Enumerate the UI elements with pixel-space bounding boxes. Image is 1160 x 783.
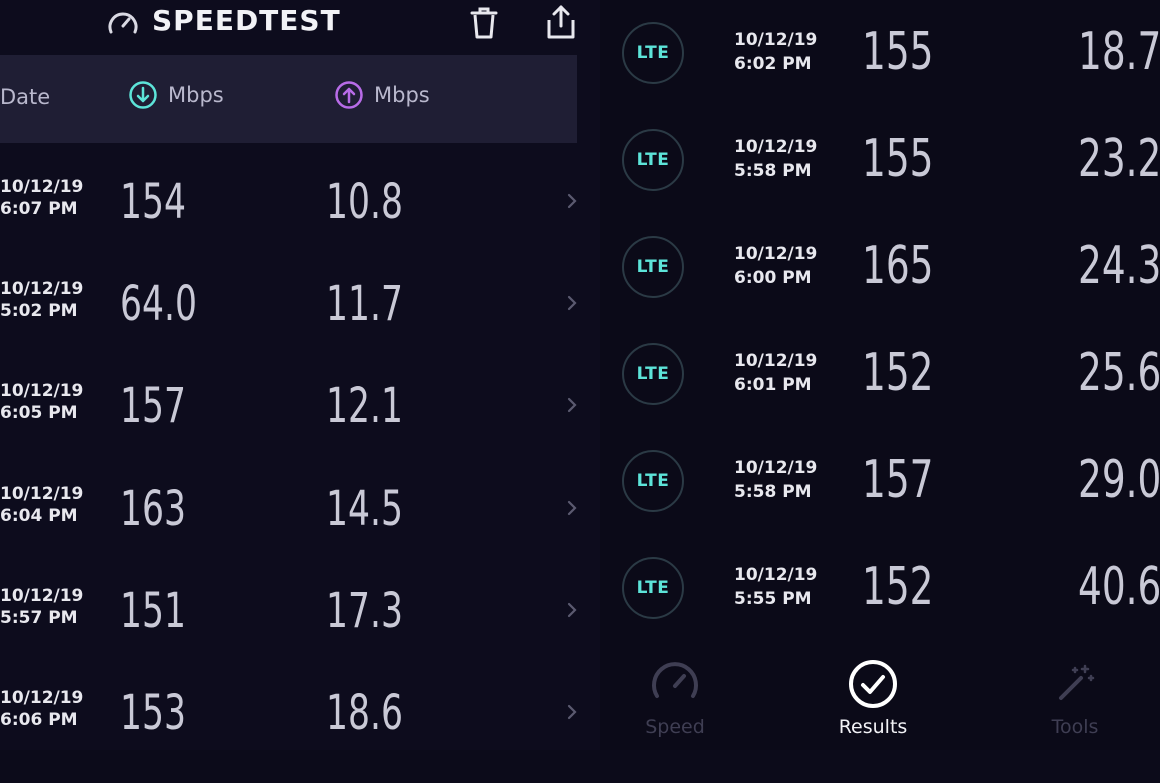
result-row[interactable]: LTE 10/12/19 5:58 PM 155 23.2 (600, 107, 1160, 214)
download-value: 163 (120, 481, 186, 537)
download-value: 165 (862, 236, 934, 296)
upload-value: 18.6 (326, 685, 403, 741)
chevron-right-icon (567, 500, 577, 516)
tab-tools[interactable]: Tools (1000, 650, 1150, 750)
upload-value: 10.8 (326, 174, 403, 230)
result-date: 10/12/19 6:02 PM (734, 30, 818, 74)
history-row[interactable]: 10/12/19 5:02 PM 64.0 11.7 (0, 274, 600, 374)
result-date: 10/12/19 5:58 PM (734, 137, 818, 181)
result-date: 10/12/19 5:58 PM (734, 458, 818, 502)
result-row[interactable]: LTE 10/12/19 5:58 PM 157 29.0 (600, 428, 1160, 535)
share-icon[interactable] (544, 4, 578, 40)
history-date: 10/12/19 6:04 PM (0, 484, 84, 526)
download-value: 154 (120, 174, 186, 230)
lte-badge: LTE (622, 129, 684, 191)
chevron-right-icon (567, 295, 577, 311)
chevron-right-icon (567, 397, 577, 413)
upload-value: 24.3 (1078, 236, 1160, 296)
history-row[interactable]: 10/12/19 5:57 PM 151 17.3 (0, 581, 600, 681)
bottom-tab-bar: Speed Results Tools (600, 650, 1160, 750)
tab-speed-label: Speed (645, 716, 705, 738)
lte-badge: LTE (622, 236, 684, 298)
chevron-right-icon (567, 193, 577, 209)
result-row[interactable]: LTE 10/12/19 5:55 PM 152 40.6 (600, 535, 1160, 642)
result-row[interactable]: LTE 10/12/19 6:01 PM 152 25.6 (600, 321, 1160, 428)
upload-unit-label: Mbps (374, 83, 430, 107)
lte-badge: LTE (622, 22, 684, 84)
history-row[interactable]: 10/12/19 6:06 PM 153 18.6 (0, 683, 600, 783)
download-value: 64.0 (120, 276, 197, 332)
upload-value: 23.2 (1078, 129, 1160, 189)
tab-tools-label: Tools (1051, 716, 1099, 738)
result-row[interactable]: LTE 10/12/19 6:00 PM 165 24.3 (600, 214, 1160, 321)
upload-value: 14.5 (326, 481, 403, 537)
result-date: 10/12/19 6:00 PM (734, 244, 818, 288)
speedometer-icon (652, 662, 698, 698)
download-column-header[interactable]: Mbps (128, 80, 224, 110)
upload-value: 18.7 (1078, 22, 1160, 82)
upload-column-header[interactable]: Mbps (334, 80, 430, 110)
date-column-header[interactable]: Date (0, 85, 50, 109)
result-date: 10/12/19 6:01 PM (734, 351, 818, 395)
tab-speed[interactable]: Speed (600, 650, 750, 750)
download-value: 152 (862, 557, 934, 617)
history-date: 10/12/19 5:02 PM (0, 279, 84, 321)
history-date: 10/12/19 5:57 PM (0, 586, 84, 628)
upload-value: 25.6 (1078, 343, 1160, 403)
results-panel: LTE 10/12/19 6:02 PM 155 18.7 LTE 10/12/1… (600, 0, 1160, 750)
history-row[interactable]: 10/12/19 6:05 PM 157 12.1 (0, 376, 600, 476)
app-title: SPEEDTEST (152, 4, 341, 37)
trash-icon[interactable] (468, 6, 500, 40)
speedometer-logo-icon (106, 8, 140, 38)
history-date: 10/12/19 6:05 PM (0, 381, 84, 423)
lte-badge: LTE (622, 450, 684, 512)
download-value: 155 (862, 129, 934, 189)
download-value: 152 (862, 343, 934, 403)
download-value: 155 (862, 22, 934, 82)
upload-value: 12.1 (326, 378, 403, 434)
results-table-header: Date Mbps Mbps (0, 55, 577, 143)
download-arrow-icon (129, 81, 157, 109)
magic-wand-icon (1059, 664, 1095, 700)
download-value: 151 (120, 583, 186, 639)
upload-value: 40.6 (1078, 557, 1160, 617)
upload-arrow-icon (335, 81, 363, 109)
history-row[interactable]: 10/12/19 6:04 PM 163 14.5 (0, 479, 600, 579)
result-date: 10/12/19 5:55 PM (734, 565, 818, 609)
upload-value: 29.0 (1078, 450, 1160, 510)
history-date: 10/12/19 6:07 PM (0, 177, 84, 219)
history-row[interactable]: 10/12/19 6:07 PM 154 10.8 (0, 172, 600, 272)
upload-value: 11.7 (326, 276, 403, 332)
download-value: 157 (862, 450, 934, 510)
upload-value: 17.3 (326, 583, 403, 639)
chevron-right-icon (567, 704, 577, 720)
chevron-right-icon (567, 602, 577, 618)
tab-results-label: Results (838, 716, 908, 738)
result-row[interactable]: LTE 10/12/19 6:02 PM 155 18.7 (600, 0, 1160, 107)
download-unit-label: Mbps (168, 83, 224, 107)
download-value: 153 (120, 685, 186, 741)
history-panel: SPEEDTEST Date Mbps Mbps 10/12/19 6:07 P… (0, 0, 600, 750)
lte-badge: LTE (622, 557, 684, 619)
history-date: 10/12/19 6:06 PM (0, 688, 84, 730)
lte-badge: LTE (622, 343, 684, 405)
app-header: SPEEDTEST (0, 0, 600, 50)
tab-results[interactable]: Results (798, 650, 948, 750)
checkmark-circle-icon (849, 660, 897, 708)
download-value: 157 (120, 378, 186, 434)
